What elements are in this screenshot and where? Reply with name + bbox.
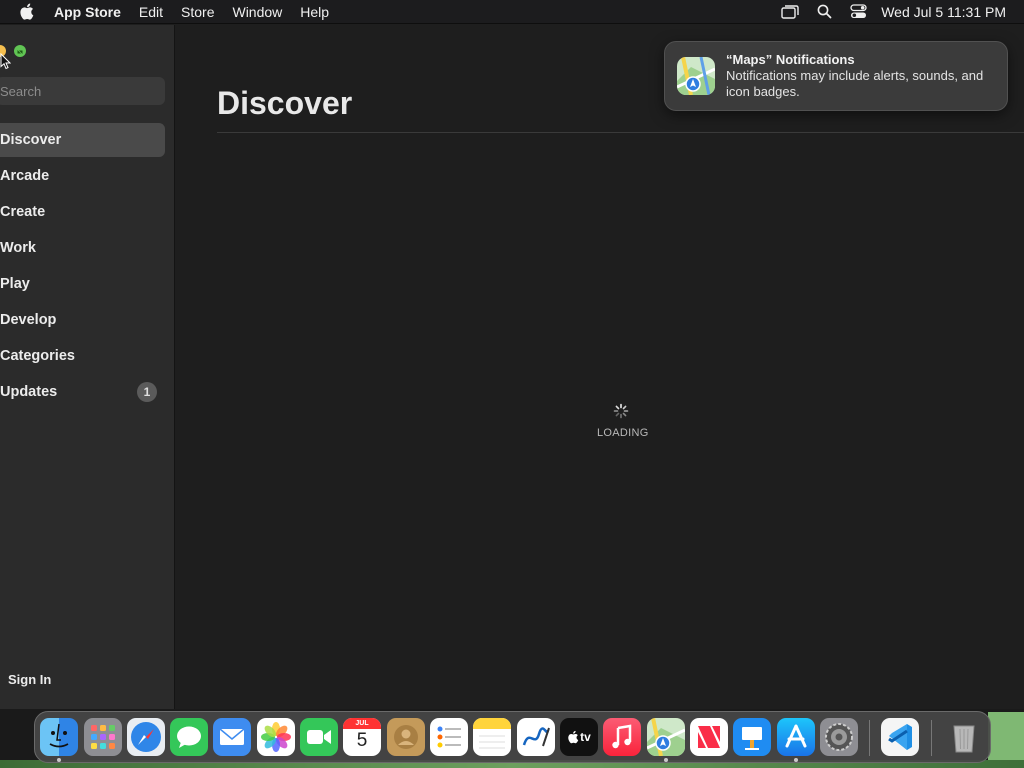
- sidebar-item-create[interactable]: Create: [0, 195, 165, 229]
- system-settings-icon[interactable]: [820, 718, 858, 756]
- sidebar-item-categories[interactable]: Categories: [0, 339, 165, 373]
- sidebar-item-label: Work: [0, 240, 36, 256]
- sidebar-item-updates[interactable]: Updates 1: [0, 375, 165, 409]
- calendar-month: JUL: [343, 718, 381, 729]
- search-input[interactable]: [0, 77, 165, 105]
- sidebar-item-label: Updates: [0, 384, 58, 400]
- sidebar-item-label: Play: [0, 276, 30, 292]
- running-indicator: [57, 758, 61, 762]
- sidebar-item-discover[interactable]: Discover: [0, 123, 165, 157]
- news-icon[interactable]: [690, 718, 728, 756]
- sidebar-item-label: Arcade: [0, 168, 50, 184]
- page-title: Discover: [217, 85, 353, 121]
- sign-in-button[interactable]: Sign In: [8, 672, 51, 687]
- tv-label: tv: [580, 730, 591, 744]
- menu-bar: App Store Edit Store Window Help Wed Jul…: [0, 0, 1024, 24]
- launchpad-icon[interactable]: [84, 718, 122, 756]
- menu-help[interactable]: Help: [291, 0, 338, 24]
- dock-separator: [931, 720, 932, 756]
- tv-apple-logo: [568, 730, 579, 744]
- finder-icon[interactable]: [40, 718, 78, 756]
- menu-edit[interactable]: Edit: [130, 0, 172, 24]
- safari-icon[interactable]: [127, 718, 165, 756]
- freeform-icon[interactable]: [517, 718, 555, 756]
- running-indicator: [664, 758, 668, 762]
- screen-mirroring-icon[interactable]: [773, 0, 807, 24]
- contacts-icon[interactable]: [387, 718, 425, 756]
- updates-count-badge: 1: [137, 382, 157, 402]
- dock-separator: [869, 720, 870, 756]
- menu-app-name[interactable]: App Store: [45, 0, 130, 24]
- app-store-icon[interactable]: [777, 718, 815, 756]
- messages-icon[interactable]: [170, 718, 208, 756]
- maps-icon[interactable]: [647, 718, 685, 756]
- calendar-icon[interactable]: JUL 5: [343, 718, 381, 756]
- sidebar-item-label: Discover: [0, 132, 62, 148]
- sidebar-item-play[interactable]: Play: [0, 267, 165, 301]
- maps-app-icon: [677, 57, 715, 95]
- reminders-icon[interactable]: [430, 718, 468, 756]
- running-indicator: [794, 758, 798, 762]
- main-content: Discover LOADING: [176, 25, 1024, 709]
- sidebar-item-label: Create: [0, 204, 46, 220]
- loading-spinner-icon: [613, 403, 629, 419]
- trash-icon[interactable]: [945, 718, 983, 756]
- notes-icon[interactable]: [473, 718, 511, 756]
- notification-title: “Maps” Notifications: [726, 52, 855, 67]
- keynote-icon[interactable]: [733, 718, 771, 756]
- sidebar: Discover Arcade Create Work Play Develop…: [0, 25, 175, 709]
- mail-icon[interactable]: [213, 718, 251, 756]
- notification-body: Notifications may include alerts, sounds…: [726, 68, 984, 99]
- sidebar-item-work[interactable]: Work: [0, 231, 165, 265]
- title-divider: [217, 132, 1024, 133]
- maps-notification-banner[interactable]: “Maps” Notifications Notifications may i…: [664, 41, 1008, 111]
- zoom-window-button[interactable]: [14, 45, 26, 57]
- loading-label: LOADING: [597, 427, 649, 439]
- control-center-icon[interactable]: [841, 0, 875, 24]
- mouse-pointer-icon: [0, 52, 12, 75]
- zoom-arrows-icon: [17, 50, 23, 54]
- photos-icon[interactable]: [257, 718, 295, 756]
- menu-window[interactable]: Window: [223, 0, 291, 24]
- sidebar-item-label: Develop: [0, 312, 57, 328]
- music-icon[interactable]: [603, 718, 641, 756]
- dock: JUL 5 tv: [34, 711, 991, 763]
- menu-store[interactable]: Store: [172, 0, 223, 24]
- calendar-day: 5: [356, 730, 368, 751]
- apple-menu-icon[interactable]: [17, 3, 35, 21]
- tv-icon[interactable]: tv: [560, 718, 598, 756]
- menu-clock[interactable]: Wed Jul 5 11:31 PM: [875, 4, 1024, 20]
- sidebar-item-arcade[interactable]: Arcade: [0, 159, 165, 193]
- vscode-icon[interactable]: [881, 718, 919, 756]
- spotlight-search-icon[interactable]: [807, 0, 841, 24]
- sidebar-item-label: Categories: [0, 348, 75, 364]
- facetime-icon[interactable]: [300, 718, 338, 756]
- sidebar-item-develop[interactable]: Develop: [0, 303, 165, 337]
- screen: App Store Edit Store Window Help Wed Jul…: [0, 0, 1024, 768]
